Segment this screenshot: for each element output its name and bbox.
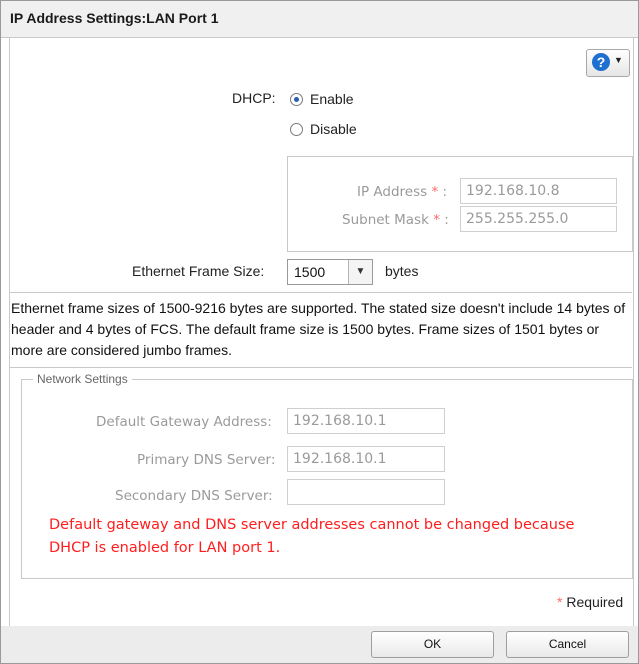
network-settings-legend: Network Settings bbox=[33, 372, 132, 386]
chevron-down-icon: ▼ bbox=[614, 55, 623, 65]
ok-button[interactable]: OK bbox=[371, 631, 494, 658]
chevron-down-icon[interactable]: ▼ bbox=[348, 260, 372, 284]
required-note: * Required bbox=[557, 594, 623, 610]
frame-size-value: 1500 bbox=[294, 264, 326, 280]
gateway-label: Default Gateway Address: bbox=[96, 414, 272, 430]
secondary-dns-field[interactable] bbox=[287, 479, 445, 505]
subnet-mask-label-text: Subnet Mask bbox=[342, 212, 429, 228]
dhcp-disable-radio[interactable] bbox=[290, 123, 303, 136]
ip-address-label: IP Address * : bbox=[357, 184, 447, 200]
ip-settings-dialog: IP Address Settings:LAN Port 1 ? ▼ DHCP:… bbox=[0, 0, 639, 664]
frame-size-label: Ethernet Frame Size: bbox=[132, 263, 265, 279]
dialog-title: IP Address Settings:LAN Port 1 bbox=[10, 10, 219, 26]
primary-dns-field[interactable]: 192.168.10.1 bbox=[287, 446, 445, 472]
ip-address-field[interactable]: 192.168.10.8 bbox=[460, 178, 617, 204]
subnet-mask-field[interactable]: 255.255.255.0 bbox=[460, 206, 617, 232]
help-button[interactable]: ? ▼ bbox=[586, 49, 630, 77]
required-note-text: Required bbox=[566, 594, 624, 610]
primary-dns-label: Primary DNS Server: bbox=[137, 452, 276, 468]
frame-info-text: Ethernet frame sizes of 1500-9216 bytes … bbox=[11, 300, 626, 358]
required-mark: * bbox=[431, 184, 439, 200]
ip-address-colon: : bbox=[442, 184, 448, 200]
secondary-dns-label: Secondary DNS Server: bbox=[115, 488, 273, 504]
cancel-button[interactable]: Cancel bbox=[506, 631, 629, 658]
dialog-titlebar[interactable]: IP Address Settings:LAN Port 1 bbox=[1, 1, 638, 38]
dhcp-warning-message: Default gateway and DNS server addresses… bbox=[49, 517, 575, 556]
dhcp-disable-label[interactable]: Disable bbox=[310, 121, 357, 137]
dhcp-enable-label[interactable]: Enable bbox=[310, 91, 354, 107]
dhcp-label: DHCP: bbox=[232, 90, 276, 106]
required-mark: * bbox=[433, 212, 440, 228]
frame-size-select[interactable]: 1500 ▼ bbox=[287, 259, 373, 285]
dhcp-enable-radio[interactable] bbox=[290, 93, 303, 106]
ip-address-label-text: IP Address bbox=[357, 184, 428, 200]
static-ip-group bbox=[287, 156, 633, 252]
frame-size-unit: bytes bbox=[385, 263, 419, 279]
subnet-mask-colon: : bbox=[444, 212, 449, 228]
gateway-field[interactable]: 192.168.10.1 bbox=[287, 408, 445, 434]
required-mark: * bbox=[557, 594, 563, 610]
question-icon: ? bbox=[592, 53, 610, 71]
subnet-mask-label: Subnet Mask * : bbox=[342, 212, 449, 228]
